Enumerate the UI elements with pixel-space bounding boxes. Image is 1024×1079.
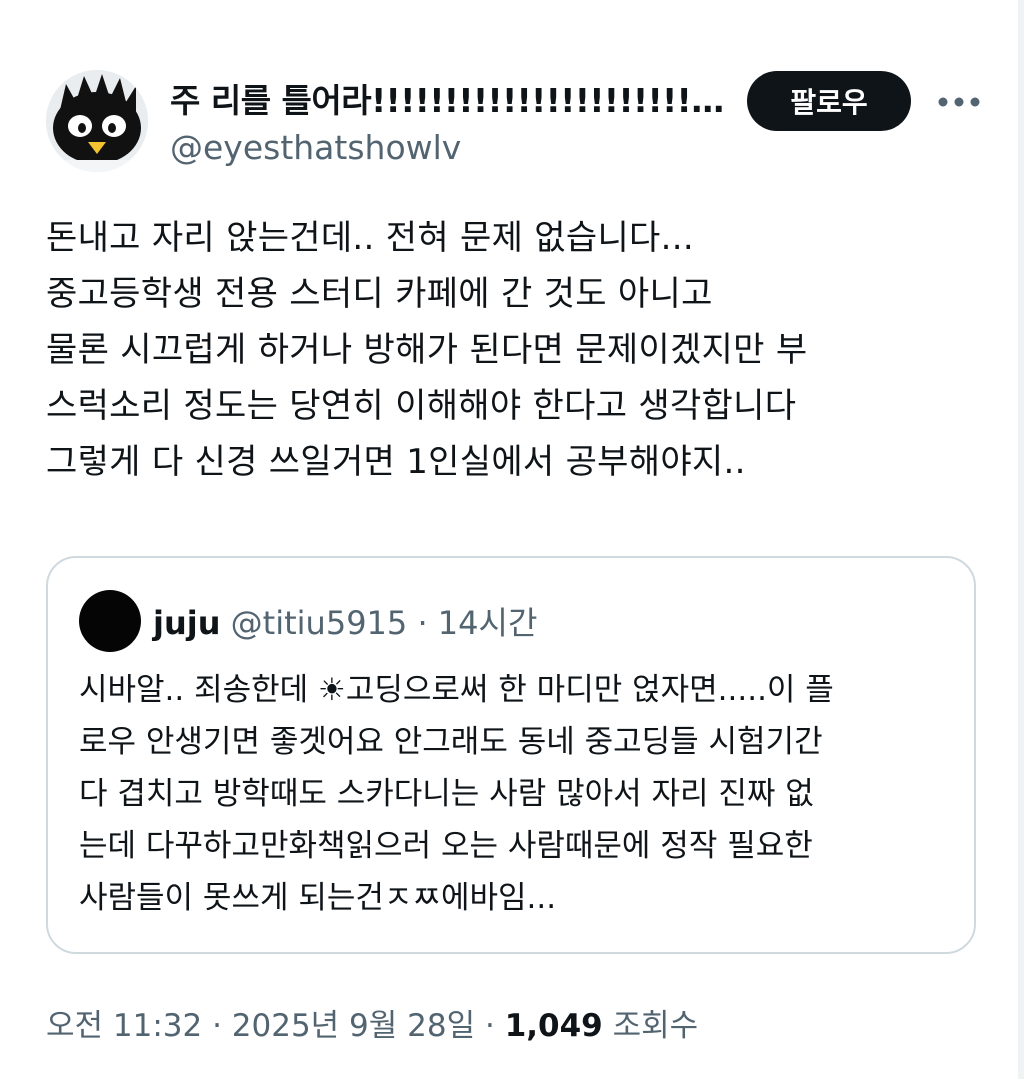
quoted-tweet-card[interactable]: juju @titiu5915 · 14시간 시바알.. 죄송한데 ☀고딩으로써… xyxy=(46,556,976,954)
follow-button[interactable]: 팔로우 xyxy=(747,71,911,131)
quote-line: 다 겹치고 방학때도 스카다니는 사람 많아서 자리 진짜 없 xyxy=(79,776,814,812)
author-display-name[interactable]: 주 리를 틀어라!!!!!!!!!!!!!!!!!!!!!!!!!!!!!... xyxy=(170,74,730,122)
badtz-maru-avatar-icon xyxy=(46,70,148,172)
more-options-button[interactable] xyxy=(934,82,984,122)
view-count: 1,049 xyxy=(504,1008,603,1044)
tweet-text: 돈내고 자리 앉는건데.. 전혀 문제 없습니다... 중고등학생 전용 스터디… xyxy=(46,210,996,490)
tweet-meta: 오전 11:32 · 2025년 9월 28일 · 1,049 조회수 xyxy=(46,1000,698,1045)
tweet-line: 스럭소리 정도는 당연히 이해해야 한다고 생각합니다 xyxy=(46,386,797,426)
quote-line: 로우 안생기면 좋겟어요 안그래도 동네 중고딩들 시험기간 xyxy=(79,724,823,760)
quoted-tweet-time[interactable]: 14시간 xyxy=(438,604,538,642)
tweet-line: 물론 시끄럽게 하거나 방해가 된다면 문제이겠지만 부 xyxy=(46,330,808,370)
quoted-author-name[interactable]: juju xyxy=(153,604,221,642)
quoted-author-handle[interactable]: @titiu5915 xyxy=(231,604,408,642)
quoted-tweet-header: juju @titiu5915 · 14시간 xyxy=(153,598,537,644)
tweet-line: 돈내고 자리 앉는건데.. 전혀 문제 없습니다... xyxy=(46,218,694,258)
quote-line: 는데 다꾸하고만화책읽으러 오는 사람때문에 정작 필요한 xyxy=(79,828,813,864)
quote-line: 사람들이 못쓰게 되는건ㅈㅉ에바임... xyxy=(79,880,557,916)
quoted-author-avatar[interactable] xyxy=(79,590,141,652)
author-handle[interactable]: @eyesthatshowlv xyxy=(170,128,461,167)
tweet-line: 중고등학생 전용 스터디 카페에 간 것도 아니고 xyxy=(46,274,713,314)
quoted-tweet-text: 시바알.. 죄송한데 ☀고딩으로써 한 마디만 얹자면.....이 플 로우 안… xyxy=(79,664,959,924)
more-horizontal-icon xyxy=(938,97,980,107)
tweet-timestamp[interactable]: 오전 11:32 · 2025년 9월 28일 · xyxy=(46,1008,505,1044)
scrollbar-track[interactable] xyxy=(1018,0,1024,1079)
tweet-line: 그렇게 다 신경 쓰일거면 1인실에서 공부해야지.. xyxy=(46,442,746,482)
quote-line: 시바알.. 죄송한데 ☀고딩으로써 한 마디만 얹자면.....이 플 xyxy=(79,672,834,708)
separator-dot: · xyxy=(417,604,428,642)
views-label: 조회수 xyxy=(602,1008,699,1044)
author-avatar[interactable] xyxy=(46,70,148,172)
